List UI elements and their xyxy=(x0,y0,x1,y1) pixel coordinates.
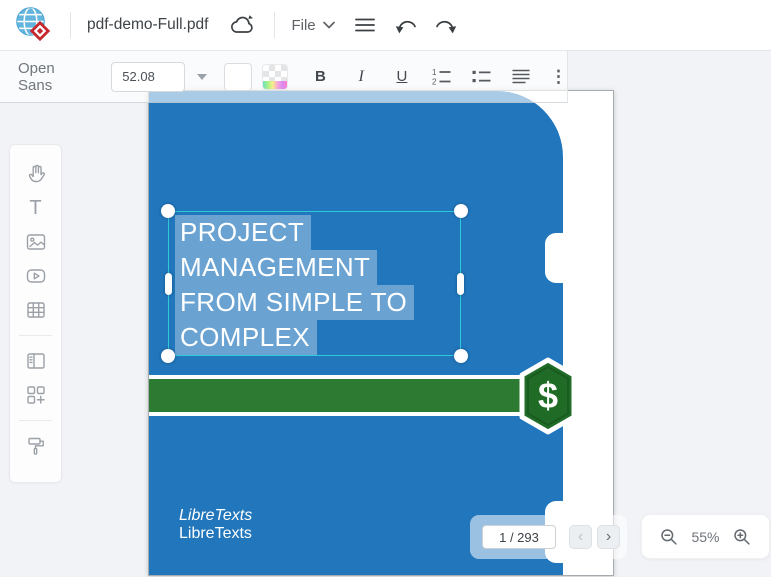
zoom-out-button[interactable] xyxy=(660,528,678,546)
add-widget-icon xyxy=(24,383,48,407)
cloud-sync-button[interactable] xyxy=(228,13,258,37)
numbered-list-button[interactable]: 1 2 xyxy=(429,64,455,90)
page-number-input[interactable] xyxy=(482,525,556,549)
font-size-dropdown-button[interactable] xyxy=(193,67,211,87)
top-bar: pdf-demo-Full.pdf File xyxy=(0,0,771,51)
green-banner xyxy=(149,375,563,416)
divider xyxy=(19,335,52,336)
table-tool-button[interactable] xyxy=(21,297,51,323)
prev-page-button[interactable]: ‹ xyxy=(569,525,592,549)
table-icon xyxy=(24,298,48,322)
zoom-controls: 55% xyxy=(641,514,770,559)
divider xyxy=(274,12,275,38)
image-tool-button[interactable] xyxy=(21,229,51,255)
resize-handle-bottom-left[interactable] xyxy=(161,349,175,363)
text-tool-icon: T xyxy=(29,197,41,220)
dollar-symbol: $ xyxy=(538,375,558,416)
file-menu-label: File xyxy=(291,17,315,34)
toolbar-overflow-button[interactable]: ⋮ xyxy=(550,67,567,87)
app-logo-icon xyxy=(14,5,54,45)
bullet-list-icon xyxy=(472,69,491,84)
undo-icon xyxy=(395,16,418,35)
green-banner-strip xyxy=(149,379,563,412)
italic-button[interactable]: I xyxy=(348,64,374,90)
divider xyxy=(70,12,71,38)
redo-button[interactable] xyxy=(434,16,457,35)
file-menu-button[interactable]: File xyxy=(291,17,334,34)
selection-box[interactable] xyxy=(168,211,461,356)
text-color-picker-button[interactable] xyxy=(262,64,288,90)
main-menu-button[interactable] xyxy=(355,17,375,33)
video-tool-button[interactable] xyxy=(21,263,51,289)
page-navigation: ‹ › xyxy=(470,515,627,559)
chevron-down-icon xyxy=(323,21,335,29)
svg-text:1: 1 xyxy=(432,68,437,77)
hand-tool-button[interactable] xyxy=(21,161,51,187)
tab-notch xyxy=(545,233,571,283)
layout-panel-icon xyxy=(24,349,48,373)
fill-color-button[interactable] xyxy=(224,63,252,91)
font-family-selector[interactable]: Open Sans xyxy=(18,60,92,94)
cloud-sync-icon xyxy=(228,13,258,37)
footer-text-italic[interactable]: LibreTexts xyxy=(179,507,252,525)
redo-icon xyxy=(434,16,457,35)
hamburger-icon xyxy=(355,17,375,33)
bold-button[interactable]: B xyxy=(308,64,334,90)
underline-button[interactable]: U xyxy=(389,64,415,90)
font-size-input[interactable] xyxy=(111,62,185,92)
theme-tool-button[interactable] xyxy=(21,433,51,459)
tool-sidebar: T xyxy=(9,144,62,483)
next-page-button[interactable]: › xyxy=(597,525,620,549)
layout-tool-button[interactable] xyxy=(21,348,51,374)
undo-button[interactable] xyxy=(395,16,418,35)
align-button[interactable] xyxy=(508,64,534,90)
video-icon xyxy=(24,264,48,288)
rainbow-gradient-icon xyxy=(263,81,287,89)
resize-handle-right[interactable] xyxy=(457,273,464,295)
zoom-in-button[interactable] xyxy=(733,528,751,546)
resize-handle-left[interactable] xyxy=(165,273,172,295)
svg-text:2: 2 xyxy=(432,78,437,86)
hand-icon xyxy=(24,162,48,186)
dollar-badge: $ xyxy=(517,357,579,435)
align-justify-icon xyxy=(512,69,530,84)
widgets-tool-button[interactable] xyxy=(21,382,51,408)
image-icon xyxy=(24,230,48,254)
paint-roller-icon xyxy=(24,434,48,458)
footer-text[interactable]: LibreTexts xyxy=(179,525,252,543)
resize-handle-top-left[interactable] xyxy=(161,204,175,218)
caret-down-icon xyxy=(197,74,207,80)
zoom-in-icon xyxy=(733,528,751,546)
pdf-page[interactable]: $ PROJECT MANAGEMENT FROM SIMPLE TO COMP… xyxy=(148,90,614,576)
bullet-list-button[interactable] xyxy=(469,64,495,90)
numbered-list-icon: 1 2 xyxy=(432,68,451,85)
editor-canvas: $ PROJECT MANAGEMENT FROM SIMPLE TO COMP… xyxy=(0,51,771,577)
zoom-out-icon xyxy=(660,528,678,546)
text-tool-button[interactable]: T xyxy=(21,195,51,221)
resize-handle-bottom-right[interactable] xyxy=(454,349,468,363)
divider xyxy=(19,420,52,421)
zoom-level: 55% xyxy=(691,529,719,545)
resize-handle-top-right[interactable] xyxy=(454,204,468,218)
app-window: pdf-demo-Full.pdf File xyxy=(0,0,771,577)
format-toolbar: Open Sans B I U 1 2 xyxy=(0,51,568,103)
document-title: pdf-demo-Full.pdf xyxy=(87,16,208,34)
